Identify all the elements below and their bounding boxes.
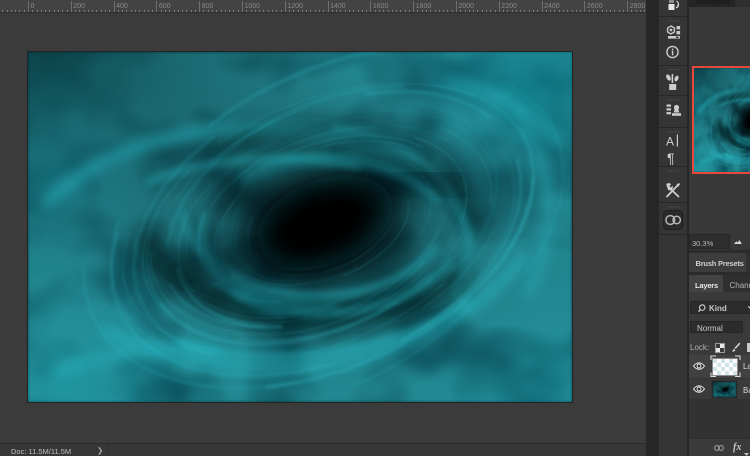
svg-text:¶: ¶ [667,150,675,166]
svg-text:A: A [666,135,674,149]
